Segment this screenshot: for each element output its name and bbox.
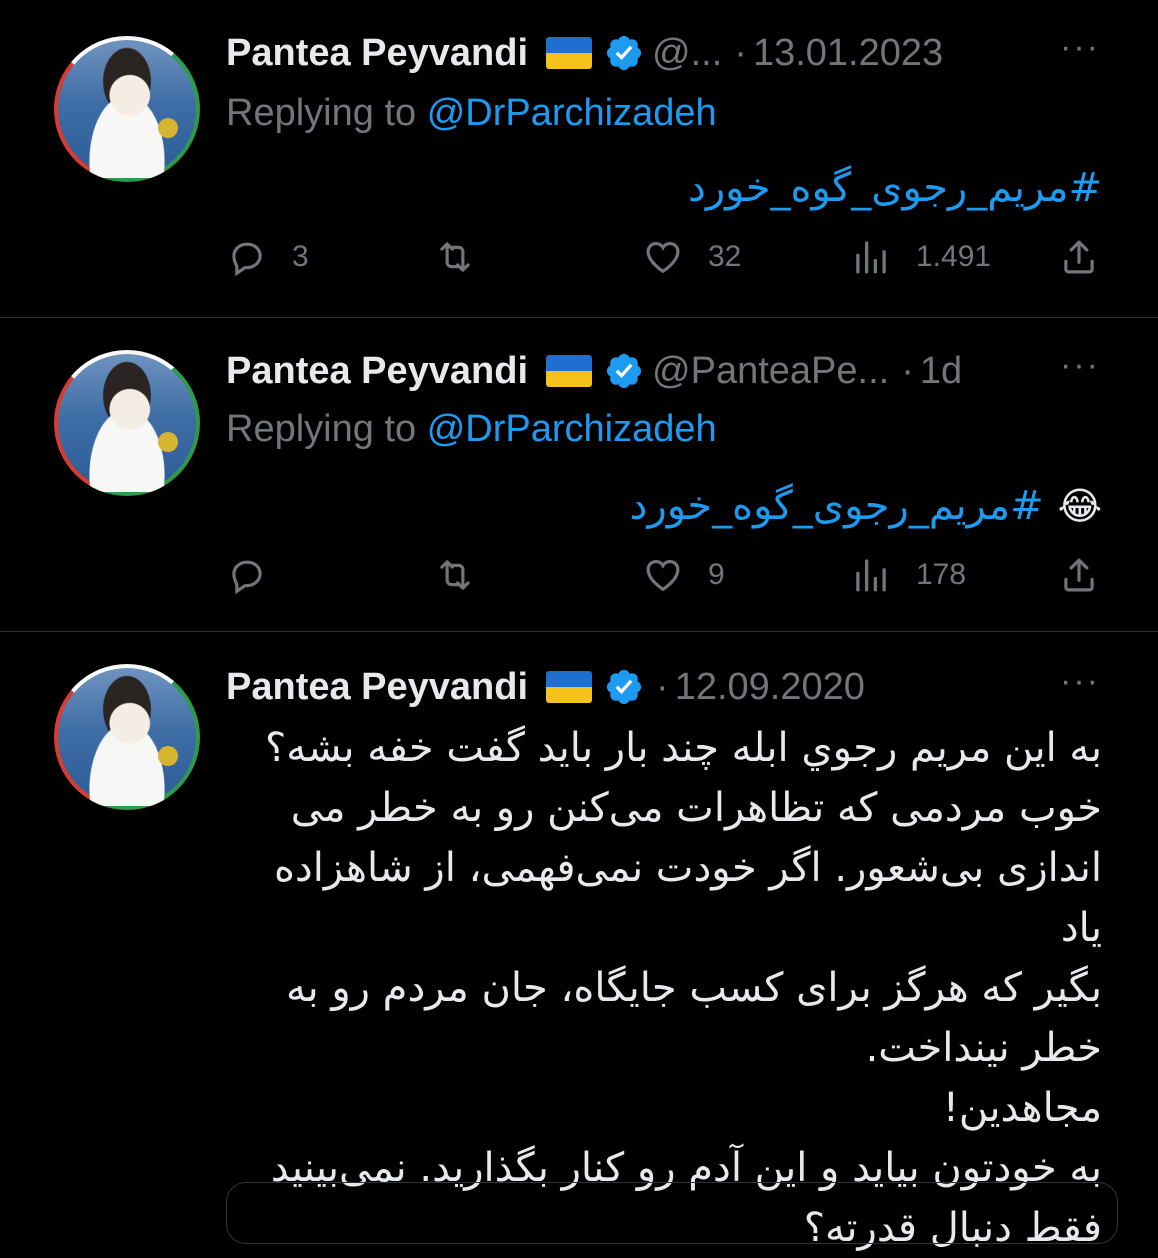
author-handle[interactable]: @PanteaPe... xyxy=(652,350,889,393)
author-name[interactable]: Pantea Peyvandi xyxy=(226,32,528,75)
views-button[interactable]: 178 xyxy=(850,554,1000,596)
reply-count: 3 xyxy=(292,240,309,273)
views-icon xyxy=(856,241,886,274)
author-name[interactable]: Pantea Peyvandi xyxy=(226,350,528,393)
tweet-date[interactable]: 13.01.2023 xyxy=(753,32,943,75)
retweet-button[interactable] xyxy=(434,236,584,278)
tweet-text-line: مجاهدین! xyxy=(942,1085,1102,1131)
share-icon xyxy=(1064,240,1094,274)
reply-icon xyxy=(232,560,262,595)
tweet-actions: 3 32 1.491 xyxy=(226,232,1100,282)
quoted-tweet-card[interactable] xyxy=(226,1182,1118,1244)
avatar-emblem xyxy=(158,746,178,766)
tweet-header: Pantea Peyvandi @... · 13.01.2023 ··· xyxy=(226,28,1118,78)
replying-prefix: Replying to xyxy=(226,408,417,450)
ukraine-flag-icon xyxy=(546,37,593,69)
reply-icon xyxy=(232,242,262,277)
retweet-icon xyxy=(440,560,470,590)
replying-prefix: Replying to xyxy=(226,92,417,134)
avatar[interactable] xyxy=(54,36,200,182)
views-count: 1.491 xyxy=(916,240,992,273)
laughing-emoji: 😂 xyxy=(1057,484,1102,528)
more-options-icon[interactable]: ··· xyxy=(1060,28,1100,67)
replying-to: Replying to @DrParchizadeh xyxy=(226,92,717,135)
reply-button[interactable]: 3 xyxy=(226,236,376,278)
separator-dot: · xyxy=(734,31,747,74)
more-options-icon[interactable]: ··· xyxy=(1060,662,1100,701)
heart-icon xyxy=(646,241,680,274)
more-options-icon[interactable]: ··· xyxy=(1060,346,1100,385)
verified-badge-icon xyxy=(606,353,642,389)
retweet-button[interactable] xyxy=(434,554,584,596)
like-count: 32 xyxy=(708,240,742,273)
tweet-actions: 9 178 xyxy=(226,550,1100,600)
replying-mention-link[interactable]: @DrParchizadeh xyxy=(427,408,717,450)
ukraine-flag-icon xyxy=(546,671,593,703)
tweet[interactable]: Pantea Peyvandi @PanteaPe... · 1d ··· Re… xyxy=(0,318,1158,632)
avatar-emblem xyxy=(158,432,178,452)
tweet-text: 😂 #مریم_رجوی_گوه_خورد xyxy=(226,478,1102,534)
tweet-header: Pantea Peyvandi · 12.09.2020 ··· xyxy=(226,662,1118,712)
reply-button[interactable] xyxy=(226,554,376,596)
separator-dot: · xyxy=(901,349,914,392)
hashtag-link[interactable]: #مریم_رجوی_گوه_خورد xyxy=(688,165,1102,211)
share-button[interactable] xyxy=(1058,236,1100,278)
author-name[interactable]: Pantea Peyvandi xyxy=(226,666,528,709)
share-icon xyxy=(1064,558,1094,592)
avatar[interactable] xyxy=(54,664,200,810)
tweet-text-line: بگیر که هرگز برای کسب جایگاه، جان مردم ر… xyxy=(286,965,1102,1011)
tweet[interactable]: Pantea Peyvandi @... · 13.01.2023 ··· Re… xyxy=(0,0,1158,318)
tweet-text-line: اندازی بی‌شعور. اگر خودت نمی‌فهمی، از شا… xyxy=(273,845,1102,951)
verified-badge-icon xyxy=(606,35,642,71)
separator-dot: · xyxy=(656,665,669,708)
views-icon xyxy=(856,559,886,592)
replying-to: Replying to @DrParchizadeh xyxy=(226,408,717,451)
tweet-header: Pantea Peyvandi @PanteaPe... · 1d ··· xyxy=(226,346,1118,396)
tweet-date[interactable]: 1d xyxy=(920,350,962,393)
replying-mention-link[interactable]: @DrParchizadeh xyxy=(427,92,717,134)
like-button[interactable]: 9 xyxy=(642,554,792,596)
share-button[interactable] xyxy=(1058,554,1100,596)
hashtag-link[interactable]: #مریم_رجوی_گوه_خورد xyxy=(630,483,1044,529)
views-button[interactable]: 1.491 xyxy=(850,236,1000,278)
heart-icon xyxy=(646,559,680,592)
avatar-emblem xyxy=(158,118,178,138)
tweet-text-line: خطر نینداخت. xyxy=(865,1025,1102,1071)
tweet-text-line: به این مریم رجوي ابله چند بار باید گفت خ… xyxy=(265,725,1102,771)
tweet-text: #مریم_رجوی_گوه_خورد xyxy=(226,160,1102,216)
ukraine-flag-icon xyxy=(546,355,593,387)
retweet-icon xyxy=(440,242,470,272)
tweet[interactable]: Pantea Peyvandi · 12.09.2020 ··· به این … xyxy=(0,632,1158,1251)
verified-badge-icon xyxy=(606,669,642,705)
author-handle[interactable]: @... xyxy=(652,32,722,75)
like-count: 9 xyxy=(708,558,725,591)
tweet-text: به این مریم رجوي ابله چند بار باید گفت خ… xyxy=(226,718,1102,1258)
like-button[interactable]: 32 xyxy=(642,236,792,278)
views-count: 178 xyxy=(916,558,967,591)
avatar[interactable] xyxy=(54,350,200,496)
tweet-date[interactable]: 12.09.2020 xyxy=(675,666,865,709)
tweet-text-line: خوب مردمی که تظاهرات می‌کنن رو به خطر می xyxy=(290,785,1102,831)
